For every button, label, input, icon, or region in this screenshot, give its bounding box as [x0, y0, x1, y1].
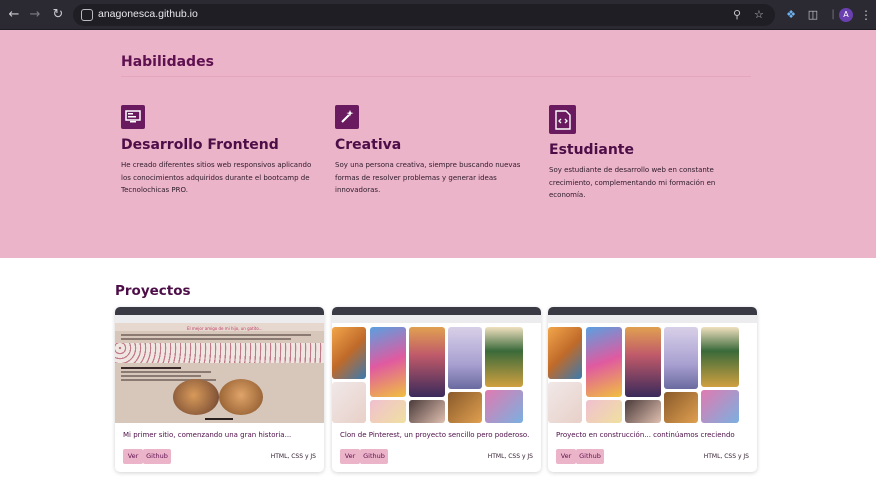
project-card: Clon de Pinterest, un proyecto sencillo …: [332, 307, 541, 472]
preview-heading: El mejor amigo de mi hijo, un gatito...: [187, 326, 263, 331]
view-button[interactable]: Ver: [556, 449, 576, 464]
project-tech: HTML, CSS y JS: [703, 453, 749, 460]
code-file-icon: [549, 105, 576, 134]
skills-heading: Habilidades: [121, 54, 214, 70]
skill-card-frontend: Desarrollo Frontend He creado diferentes…: [121, 105, 321, 197]
project-title: Clon de Pinterest, un proyecto sencillo …: [340, 431, 530, 439]
project-card: El mejor amigo de mi hijo, un gatito... …: [115, 307, 324, 472]
skill-description: He creado diferentes sitios web responsi…: [121, 161, 312, 194]
url-text: anagonesca.github.io: [98, 8, 198, 20]
project-preview-image: [548, 307, 757, 423]
magic-wand-icon: [335, 105, 359, 129]
back-icon[interactable]: ←: [6, 7, 22, 23]
project-tech: HTML, CSS y JS: [487, 453, 533, 460]
profile-avatar[interactable]: A: [839, 8, 853, 22]
github-button[interactable]: Github: [576, 449, 604, 464]
project-title: Mi primer sitio, comenzando una gran his…: [123, 431, 292, 439]
project-preview-image: [332, 307, 541, 423]
extension-icon[interactable]: ❖: [784, 8, 798, 22]
skill-description: Soy una persona creativa, siempre buscan…: [335, 161, 521, 194]
separator-icon: |: [831, 9, 835, 20]
view-button[interactable]: Ver: [123, 449, 143, 464]
site-settings-icon[interactable]: [81, 9, 93, 21]
bookmark-star-icon[interactable]: ☆: [754, 8, 764, 21]
skill-card-estudiante: Estudiante Soy estudiante de desarrollo …: [549, 105, 749, 202]
extensions-puzzle-icon[interactable]: ◫: [806, 8, 820, 22]
skills-divider: [121, 76, 751, 77]
project-tech: HTML, CSS y JS: [270, 453, 316, 460]
skill-title: Estudiante: [549, 142, 634, 158]
monitor-icon: [121, 105, 145, 129]
menu-kebab-icon[interactable]: ⋮: [860, 7, 872, 23]
browser-toolbar: ← → ↻ anagonesca.github.io ⚲ ☆ ❖ ◫ | A ⋮: [0, 0, 876, 30]
view-button[interactable]: Ver: [340, 449, 360, 464]
github-button[interactable]: Github: [360, 449, 388, 464]
project-title: Proyecto en construcción... continúamos …: [556, 431, 735, 439]
skills-section: Habilidades Desarrollo Frontend He cread…: [0, 30, 876, 258]
skill-title: Desarrollo Frontend: [121, 137, 279, 153]
forward-icon[interactable]: →: [27, 7, 43, 23]
projects-heading: Proyectos: [115, 283, 191, 299]
github-button[interactable]: Github: [143, 449, 171, 464]
skill-title: Creativa: [335, 137, 402, 153]
project-preview-image: El mejor amigo de mi hijo, un gatito...: [115, 307, 324, 423]
reload-icon[interactable]: ↻: [50, 7, 66, 23]
skill-description: Soy estudiante de desarrollo web en cons…: [549, 166, 716, 199]
project-card: Proyecto en construcción... continúamos …: [548, 307, 757, 472]
zoom-icon[interactable]: ⚲: [733, 8, 741, 21]
address-bar[interactable]: anagonesca.github.io ⚲ ☆: [73, 4, 775, 26]
skill-card-creativa: Creativa Soy una persona creativa, siemp…: [335, 105, 535, 197]
